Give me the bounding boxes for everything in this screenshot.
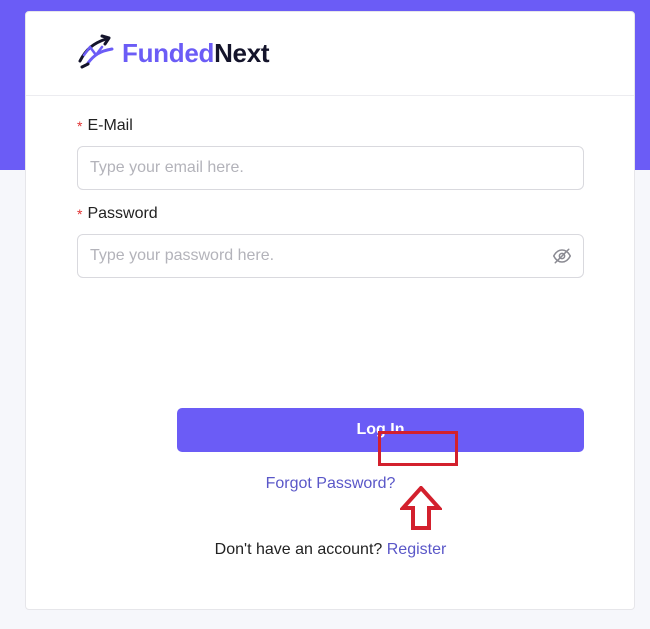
password-label-text: Password <box>87 205 158 222</box>
register-highlight-box <box>378 431 458 466</box>
register-prompt: Don't have an account? Register <box>77 541 584 559</box>
email-label-text: E-Mail <box>87 117 133 134</box>
password-label: * Password <box>77 203 584 225</box>
forgot-password-link[interactable]: Forgot Password? <box>77 475 584 493</box>
password-field-wrapper <box>77 234 584 278</box>
password-field[interactable] <box>90 247 553 265</box>
brand-name-part1: Funded <box>122 38 215 68</box>
login-form: * E-Mail * Password Log In Forgot Passwo… <box>77 115 584 558</box>
eye-off-icon[interactable] <box>553 247 571 265</box>
email-field-wrapper <box>77 146 584 190</box>
logo-mark-icon <box>76 33 118 74</box>
brand-name-part2: Next <box>214 38 270 68</box>
email-label: * E-Mail <box>77 115 584 137</box>
brand-name: FundedNext <box>122 38 270 69</box>
register-prompt-text: Don't have an account? <box>214 541 383 558</box>
login-card: FundedNext * E-Mail * Password Lo <box>25 11 635 610</box>
up-arrow-icon <box>398 485 444 530</box>
required-mark: * <box>77 118 83 134</box>
register-link[interactable]: Register <box>387 541 447 558</box>
card-header: FundedNext <box>26 12 634 96</box>
email-field[interactable] <box>90 159 571 177</box>
required-mark: * <box>77 206 83 222</box>
brand-logo[interactable]: FundedNext <box>76 33 270 74</box>
